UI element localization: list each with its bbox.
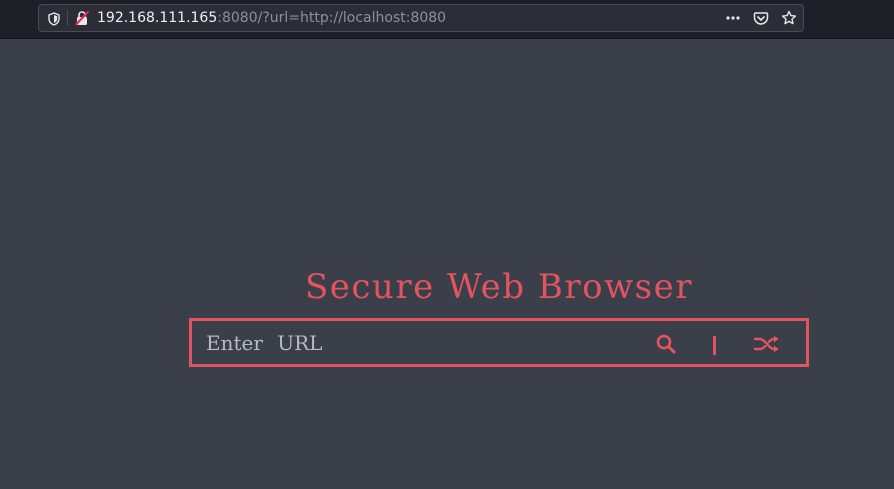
address-bar[interactable]: 192.168.111.165:8080/?url=http://localho… (38, 4, 804, 32)
url-host: 192.168.111.165 (97, 10, 218, 26)
bookmark-star-icon[interactable] (781, 10, 797, 26)
address-bar-separator (67, 10, 68, 26)
insecure-lock-icon[interactable] (74, 10, 90, 26)
page-title: Secure Web Browser (304, 267, 694, 307)
button-divider (713, 336, 716, 355)
browser-toolbar: 192.168.111.165:8080/?url=http://localho… (0, 0, 894, 39)
search-form (189, 318, 809, 367)
pocket-icon[interactable] (753, 10, 769, 26)
address-bar-actions (725, 9, 797, 27)
url-text[interactable]: 192.168.111.165:8080/?url=http://localho… (97, 10, 446, 26)
url-input[interactable] (206, 327, 626, 359)
url-path: :8080/?url=http://localhost:8080 (217, 10, 447, 26)
page-content: Secure Web Browser (0, 39, 894, 489)
shuffle-icon[interactable] (753, 333, 781, 355)
shield-icon[interactable] (47, 11, 61, 26)
search-icon[interactable] (655, 333, 677, 355)
more-actions-icon[interactable] (725, 10, 741, 26)
